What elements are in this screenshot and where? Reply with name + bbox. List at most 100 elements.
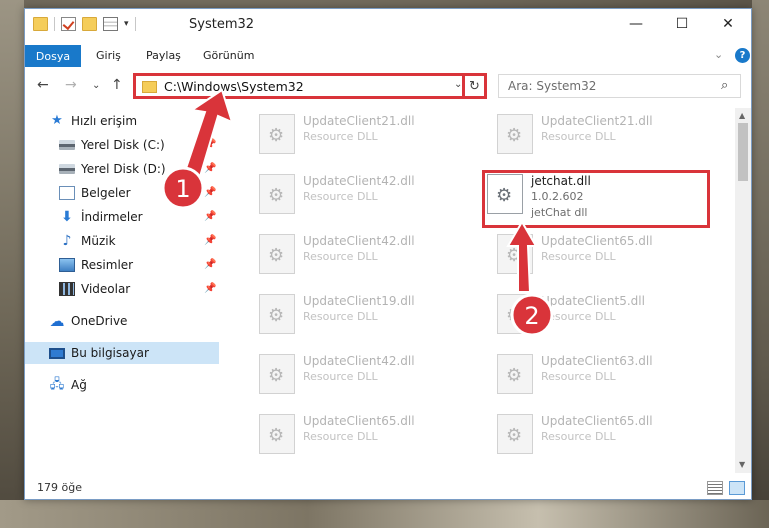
up-button[interactable]: ↑ [111, 77, 123, 93]
file-name: UpdateClient63.dll [541, 354, 653, 368]
properties-check-icon[interactable] [61, 17, 76, 31]
properties-icon[interactable] [103, 17, 118, 31]
file-item[interactable]: UpdateClient63.dll Resource DLL [497, 350, 717, 402]
item-count: 179 öğe [37, 481, 82, 494]
search-placeholder: Ara: System32 [508, 79, 597, 93]
vertical-scrollbar[interactable]: ▲ ▼ [735, 108, 751, 473]
dll-file-icon [259, 354, 295, 394]
file-description: Resource DLL [541, 370, 616, 383]
scroll-up-icon[interactable]: ▲ [739, 111, 745, 120]
sidebar-item-this-pc[interactable]: Bu bilgisayar [25, 342, 219, 364]
drive-icon [59, 140, 75, 150]
title-bar: ▾ System32 — ☐ ✕ [25, 9, 751, 39]
pin-icon[interactable]: 📌 [204, 235, 216, 246]
file-description: Resource DLL [303, 370, 378, 383]
new-folder-icon[interactable] [82, 17, 97, 31]
recent-locations-button[interactable]: ⌄ [92, 80, 100, 91]
file-item[interactable]: UpdateClient42.dll Resource DLL [259, 350, 479, 402]
file-item[interactable]: UpdateClient42.dll Resource DLL [259, 230, 479, 282]
sidebar-item-pictures[interactable]: Resimler 📌 [25, 254, 219, 276]
large-icons-view-icon[interactable] [729, 481, 745, 495]
sidebar-item-music[interactable]: ♪ Müzik 📌 [25, 230, 219, 252]
sidebar-item-label: Müzik [81, 234, 116, 248]
pin-icon[interactable]: 📌 [204, 139, 216, 150]
minimize-button[interactable]: — [613, 9, 659, 39]
sidebar-item-videos[interactable]: Videolar 📌 [25, 278, 219, 300]
music-icon: ♪ [62, 233, 72, 249]
computer-icon [49, 347, 65, 359]
file-item[interactable]: UpdateClient5.dll Resource DLL [497, 290, 717, 342]
ribbon-expand-icon[interactable]: ⌄ [714, 48, 723, 61]
sidebar-item-label: Yerel Disk (D:) [81, 162, 166, 176]
status-bar: 179 öğe [25, 477, 751, 499]
jetchat-highlight-box [482, 170, 710, 228]
download-icon: ⬇ [61, 209, 73, 225]
pin-icon[interactable]: 📌 [204, 283, 216, 294]
desktop-background-bottom [0, 500, 769, 528]
documents-icon [59, 186, 75, 200]
videos-icon [59, 282, 75, 296]
file-item[interactable]: UpdateClient65.dll Resource DLL [497, 230, 717, 282]
details-view-icon[interactable] [707, 481, 723, 495]
help-icon[interactable]: ? [735, 48, 750, 63]
toolbar-divider [134, 17, 136, 31]
sidebar-item-label: Resimler [81, 258, 134, 272]
back-button[interactable]: ← [37, 77, 49, 93]
pin-icon[interactable]: 📌 [204, 187, 216, 198]
navigation-pane: ★ Hızlı erişim Yerel Disk (C:) 📌 Yerel D… [25, 108, 219, 473]
file-name: UpdateClient19.dll [303, 294, 415, 308]
pictures-icon [59, 258, 75, 272]
star-icon: ★ [51, 113, 63, 128]
address-bar[interactable]: C:\Windows\System32 ⌄ [133, 73, 487, 99]
file-description: Resource DLL [541, 250, 616, 263]
sidebar-item-downloads[interactable]: ⬇ İndirmeler 📌 [25, 206, 219, 228]
close-button[interactable]: ✕ [705, 9, 751, 39]
file-item[interactable]: UpdateClient65.dll Resource DLL [497, 410, 717, 462]
file-name: UpdateClient5.dll [541, 294, 645, 308]
tab-home[interactable]: Giriş [96, 49, 121, 62]
dll-file-icon [259, 234, 295, 274]
sidebar-item-local-disk-d[interactable]: Yerel Disk (D:) 📌 [25, 158, 219, 180]
dll-file-icon [497, 234, 533, 274]
scrollbar-thumb[interactable] [738, 123, 748, 181]
file-item[interactable]: UpdateClient65.dll Resource DLL [259, 410, 479, 462]
window-title: System32 [189, 17, 255, 32]
file-name: UpdateClient42.dll [303, 354, 415, 368]
file-item[interactable]: UpdateClient42.dll Resource DLL [259, 170, 479, 222]
sidebar-item-label: Yerel Disk (C:) [81, 138, 165, 152]
tab-view[interactable]: Görünüm [203, 49, 254, 62]
file-item[interactable]: UpdateClient19.dll Resource DLL [259, 290, 479, 342]
sidebar-item-label: Belgeler [81, 186, 131, 200]
maximize-button[interactable]: ☐ [659, 9, 705, 39]
forward-button[interactable]: → [65, 77, 77, 93]
sidebar-item-documents[interactable]: Belgeler 📌 [25, 182, 219, 204]
window-controls: — ☐ ✕ [613, 9, 751, 39]
sidebar-item-local-disk-c[interactable]: Yerel Disk (C:) 📌 [25, 134, 219, 156]
tab-share[interactable]: Paylaş [146, 49, 181, 62]
pin-icon[interactable]: 📌 [204, 259, 216, 270]
file-name: UpdateClient65.dll [541, 414, 653, 428]
customize-toolbar-arrow-icon[interactable]: ▾ [124, 19, 129, 29]
address-path[interactable]: C:\Windows\System32 [164, 79, 304, 94]
tab-file[interactable]: Dosya [25, 45, 81, 67]
file-description: Resource DLL [541, 130, 616, 143]
file-description: Resource DLL [303, 190, 378, 203]
scroll-down-icon[interactable]: ▼ [739, 460, 745, 469]
file-item[interactable]: UpdateClient21.dll Resource DLL [497, 110, 717, 162]
pin-icon[interactable]: 📌 [204, 211, 216, 222]
search-input[interactable]: Ara: System32 ⌕ [498, 74, 741, 98]
quick-access-toolbar: ▾ [33, 17, 136, 31]
file-name: UpdateClient65.dll [303, 414, 415, 428]
file-description: Resource DLL [541, 310, 616, 323]
sidebar-item-onedrive[interactable]: ☁ OneDrive [25, 310, 219, 332]
refresh-button[interactable]: ↻ [462, 73, 487, 99]
dll-file-icon [497, 294, 533, 334]
pin-icon[interactable]: 📌 [204, 163, 216, 174]
file-description: Resource DLL [541, 430, 616, 443]
file-item[interactable]: UpdateClient21.dll Resource DLL [259, 110, 479, 162]
search-icon[interactable]: ⌕ [721, 78, 728, 93]
sidebar-item-network[interactable]: 🖧 Ağ [25, 374, 219, 396]
sidebar-item-label: OneDrive [71, 314, 128, 328]
sidebar-item-label: Ağ [71, 378, 87, 392]
sidebar-item-quick-access[interactable]: ★ Hızlı erişim [25, 110, 219, 132]
